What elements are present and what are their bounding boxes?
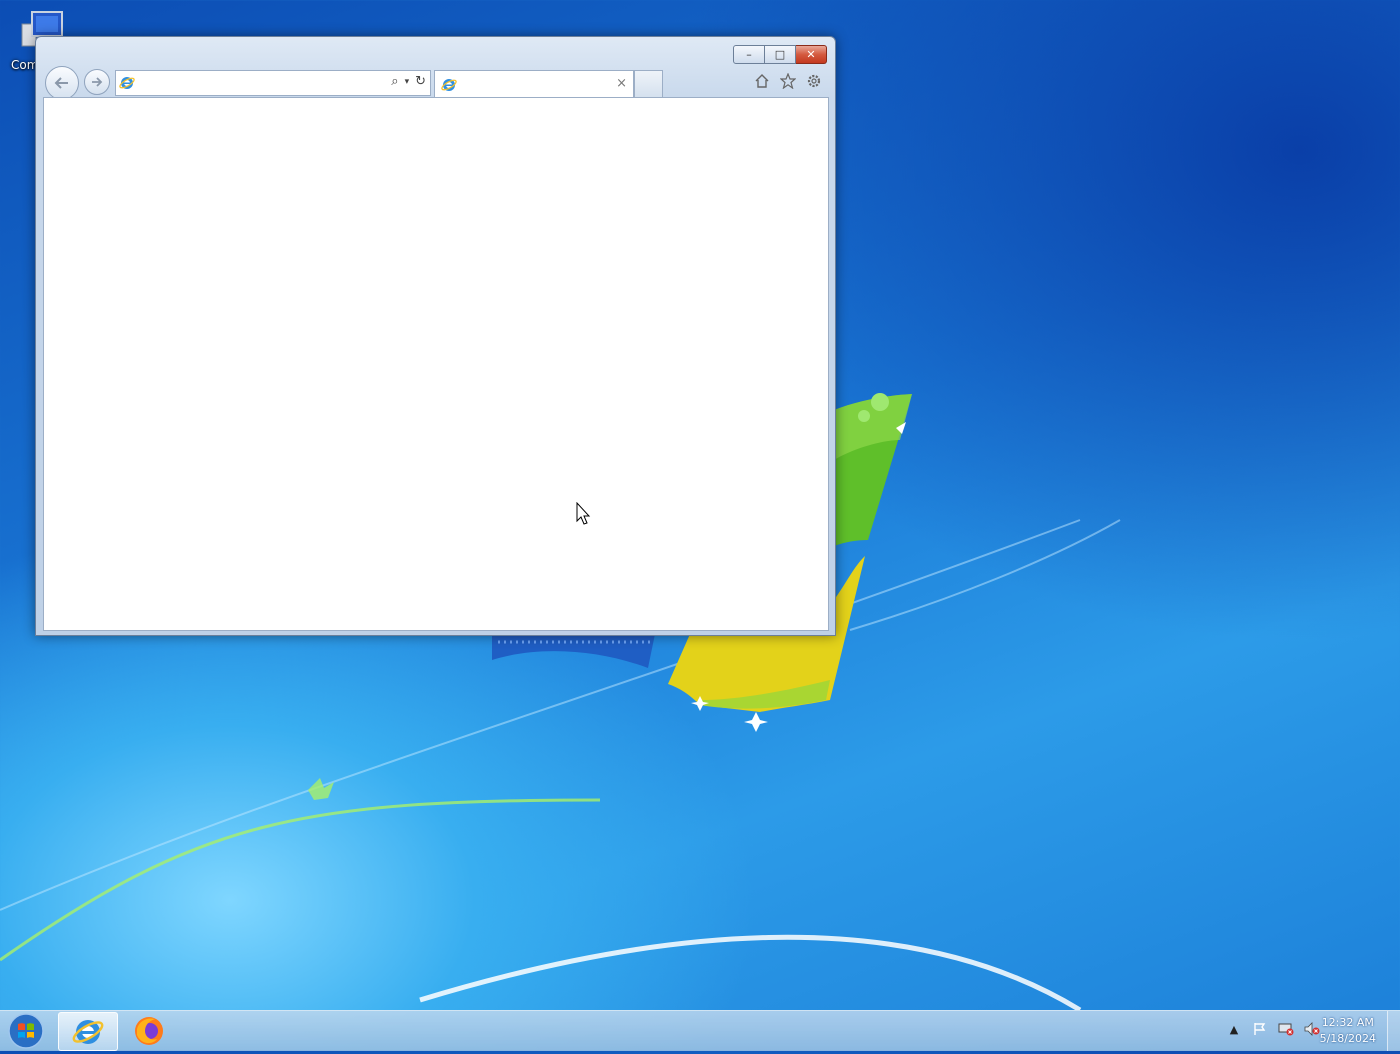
clock-time: 12:32 AM xyxy=(1321,1016,1374,1029)
internet-explorer-icon xyxy=(72,1019,104,1044)
forward-arrow-icon xyxy=(92,77,103,87)
forward-button[interactable] xyxy=(84,69,110,95)
start-button[interactable] xyxy=(6,1012,46,1050)
favorites-star-icon[interactable] xyxy=(779,72,797,90)
address-bar[interactable]: ⌕ ▾ ↻ xyxy=(115,70,431,96)
window-caption-buttons: – □ ✕ xyxy=(733,45,827,64)
refresh-icon[interactable]: ↻ xyxy=(415,74,426,89)
minimize-button[interactable]: – xyxy=(733,45,765,64)
taskbar: ▲ 12:32 AM 5/18/2024 xyxy=(0,1010,1400,1051)
gear-icon[interactable] xyxy=(805,72,823,90)
maximize-icon: □ xyxy=(774,48,786,61)
firefox-icon xyxy=(135,1016,163,1045)
page-content-area[interactable] xyxy=(43,97,829,631)
volume-muted-icon[interactable] xyxy=(1304,1021,1320,1037)
search-icon[interactable]: ⌕ xyxy=(391,74,398,89)
clock-date: 5/18/2024 xyxy=(1319,1032,1376,1045)
maximize-button[interactable]: □ xyxy=(765,45,796,64)
minimize-icon: – xyxy=(746,48,752,61)
tab-active[interactable]: × xyxy=(434,70,634,98)
address-tools: ⌕ ▾ ↻ xyxy=(391,74,426,89)
show-hidden-icons-chevron-icon[interactable]: ▲ xyxy=(1226,1021,1242,1037)
ie-tab-icon xyxy=(441,79,457,91)
home-icon[interactable] xyxy=(753,72,771,90)
taskbar-ie-button[interactable] xyxy=(58,1012,118,1051)
mouse-pointer-icon xyxy=(576,502,591,525)
ie-page-icon xyxy=(119,77,135,89)
close-button[interactable]: ✕ xyxy=(796,45,827,64)
taskbar-firefox-button[interactable] xyxy=(120,1012,178,1049)
action-center-flag-icon[interactable] xyxy=(1252,1021,1268,1037)
browser-toolbar-right xyxy=(753,72,823,90)
network-disconnected-icon[interactable] xyxy=(1278,1021,1294,1037)
close-icon: ✕ xyxy=(806,48,816,61)
new-tab-button[interactable] xyxy=(634,70,663,98)
back-arrow-icon xyxy=(54,77,68,89)
show-desktop-button[interactable] xyxy=(1387,1011,1400,1051)
tab-close-icon[interactable]: × xyxy=(616,76,627,91)
browser-window[interactable]: – □ ✕ ⌕ ▾ ↻ × xyxy=(35,36,836,636)
dropdown-chevron-icon[interactable]: ▾ xyxy=(405,77,410,89)
back-button[interactable] xyxy=(45,66,79,100)
system-tray: ▲ xyxy=(1226,1021,1320,1037)
windows-logo-icon xyxy=(8,1013,44,1049)
address-input[interactable] xyxy=(140,73,374,93)
taskbar-clock[interactable]: 12:32 AM 5/18/2024 xyxy=(1320,1015,1376,1047)
